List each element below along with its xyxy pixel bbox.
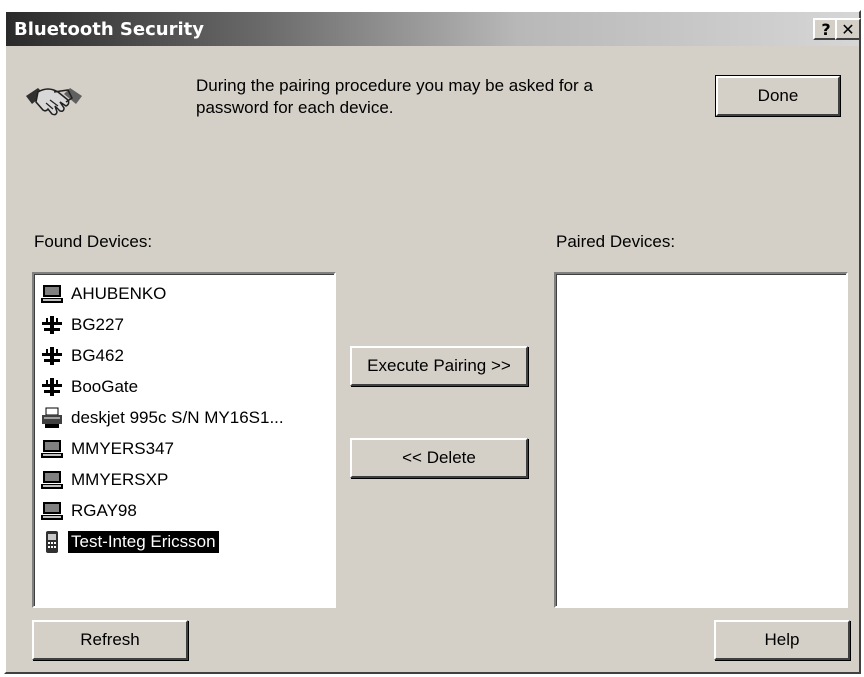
help-button[interactable]: Help — [714, 620, 850, 660]
printer-icon — [40, 406, 64, 430]
device-name: BG462 — [71, 346, 124, 365]
found-devices-label: Found Devices: — [34, 232, 153, 251]
device-name: BooGate — [71, 377, 139, 396]
device-list-item[interactable]: RGAY98 — [40, 497, 140, 525]
header-text-line2: password for each device. — [196, 98, 394, 117]
device-list-item[interactable]: BG462 — [40, 342, 127, 370]
network-device-icon — [40, 344, 64, 368]
device-list-item[interactable]: deskjet 995c S/N MY16S1... — [40, 404, 287, 432]
device-name: BG227 — [71, 315, 124, 334]
device-name: Test-Integ Ericsson — [68, 531, 219, 553]
device-list-item[interactable]: Test-Integ Ericsson — [40, 528, 219, 556]
header-text-line1: During the pairing procedure you may be … — [196, 76, 593, 95]
computer-icon — [40, 282, 64, 306]
device-list-item[interactable]: MMYERS347 — [40, 435, 177, 463]
refresh-button[interactable]: Refresh — [32, 620, 188, 660]
paired-devices-label: Paired Devices: — [556, 232, 676, 251]
delete-button[interactable]: << Delete — [350, 438, 528, 478]
found-devices-list[interactable]: AHUBENKO BG227 BG462 BooGate deskjet 995c S/… — [32, 272, 336, 608]
close-button[interactable]: ✕ — [835, 18, 861, 40]
computer-icon — [40, 499, 64, 523]
device-list-item[interactable]: MMYERSXP — [40, 466, 171, 494]
device-name: AHUBENKO — [71, 284, 167, 303]
device-list-item[interactable]: BooGate — [40, 373, 141, 401]
window-title: Bluetooth Security — [14, 19, 204, 40]
phone-icon — [40, 530, 64, 554]
network-device-icon — [40, 313, 64, 337]
paired-devices-list[interactable] — [554, 272, 848, 608]
bluetooth-security-dialog: Bluetooth Security ? ✕ During the pairin… — [4, 10, 861, 674]
computer-icon — [40, 468, 64, 492]
device-list-item[interactable]: BG227 — [40, 311, 127, 339]
handshake-icon — [24, 78, 84, 126]
computer-icon — [40, 437, 64, 461]
execute-pairing-button[interactable]: Execute Pairing >> — [350, 346, 528, 386]
device-name: MMYERS347 — [71, 439, 174, 458]
device-list-item[interactable]: AHUBENKO — [40, 280, 169, 308]
device-name: RGAY98 — [71, 501, 137, 520]
done-button[interactable]: Done — [715, 75, 841, 117]
device-name: deskjet 995c S/N MY16S1... — [71, 408, 284, 427]
device-name: MMYERSXP — [71, 470, 169, 489]
title-bar[interactable]: Bluetooth Security ? ✕ — [6, 12, 861, 46]
network-device-icon — [40, 375, 64, 399]
